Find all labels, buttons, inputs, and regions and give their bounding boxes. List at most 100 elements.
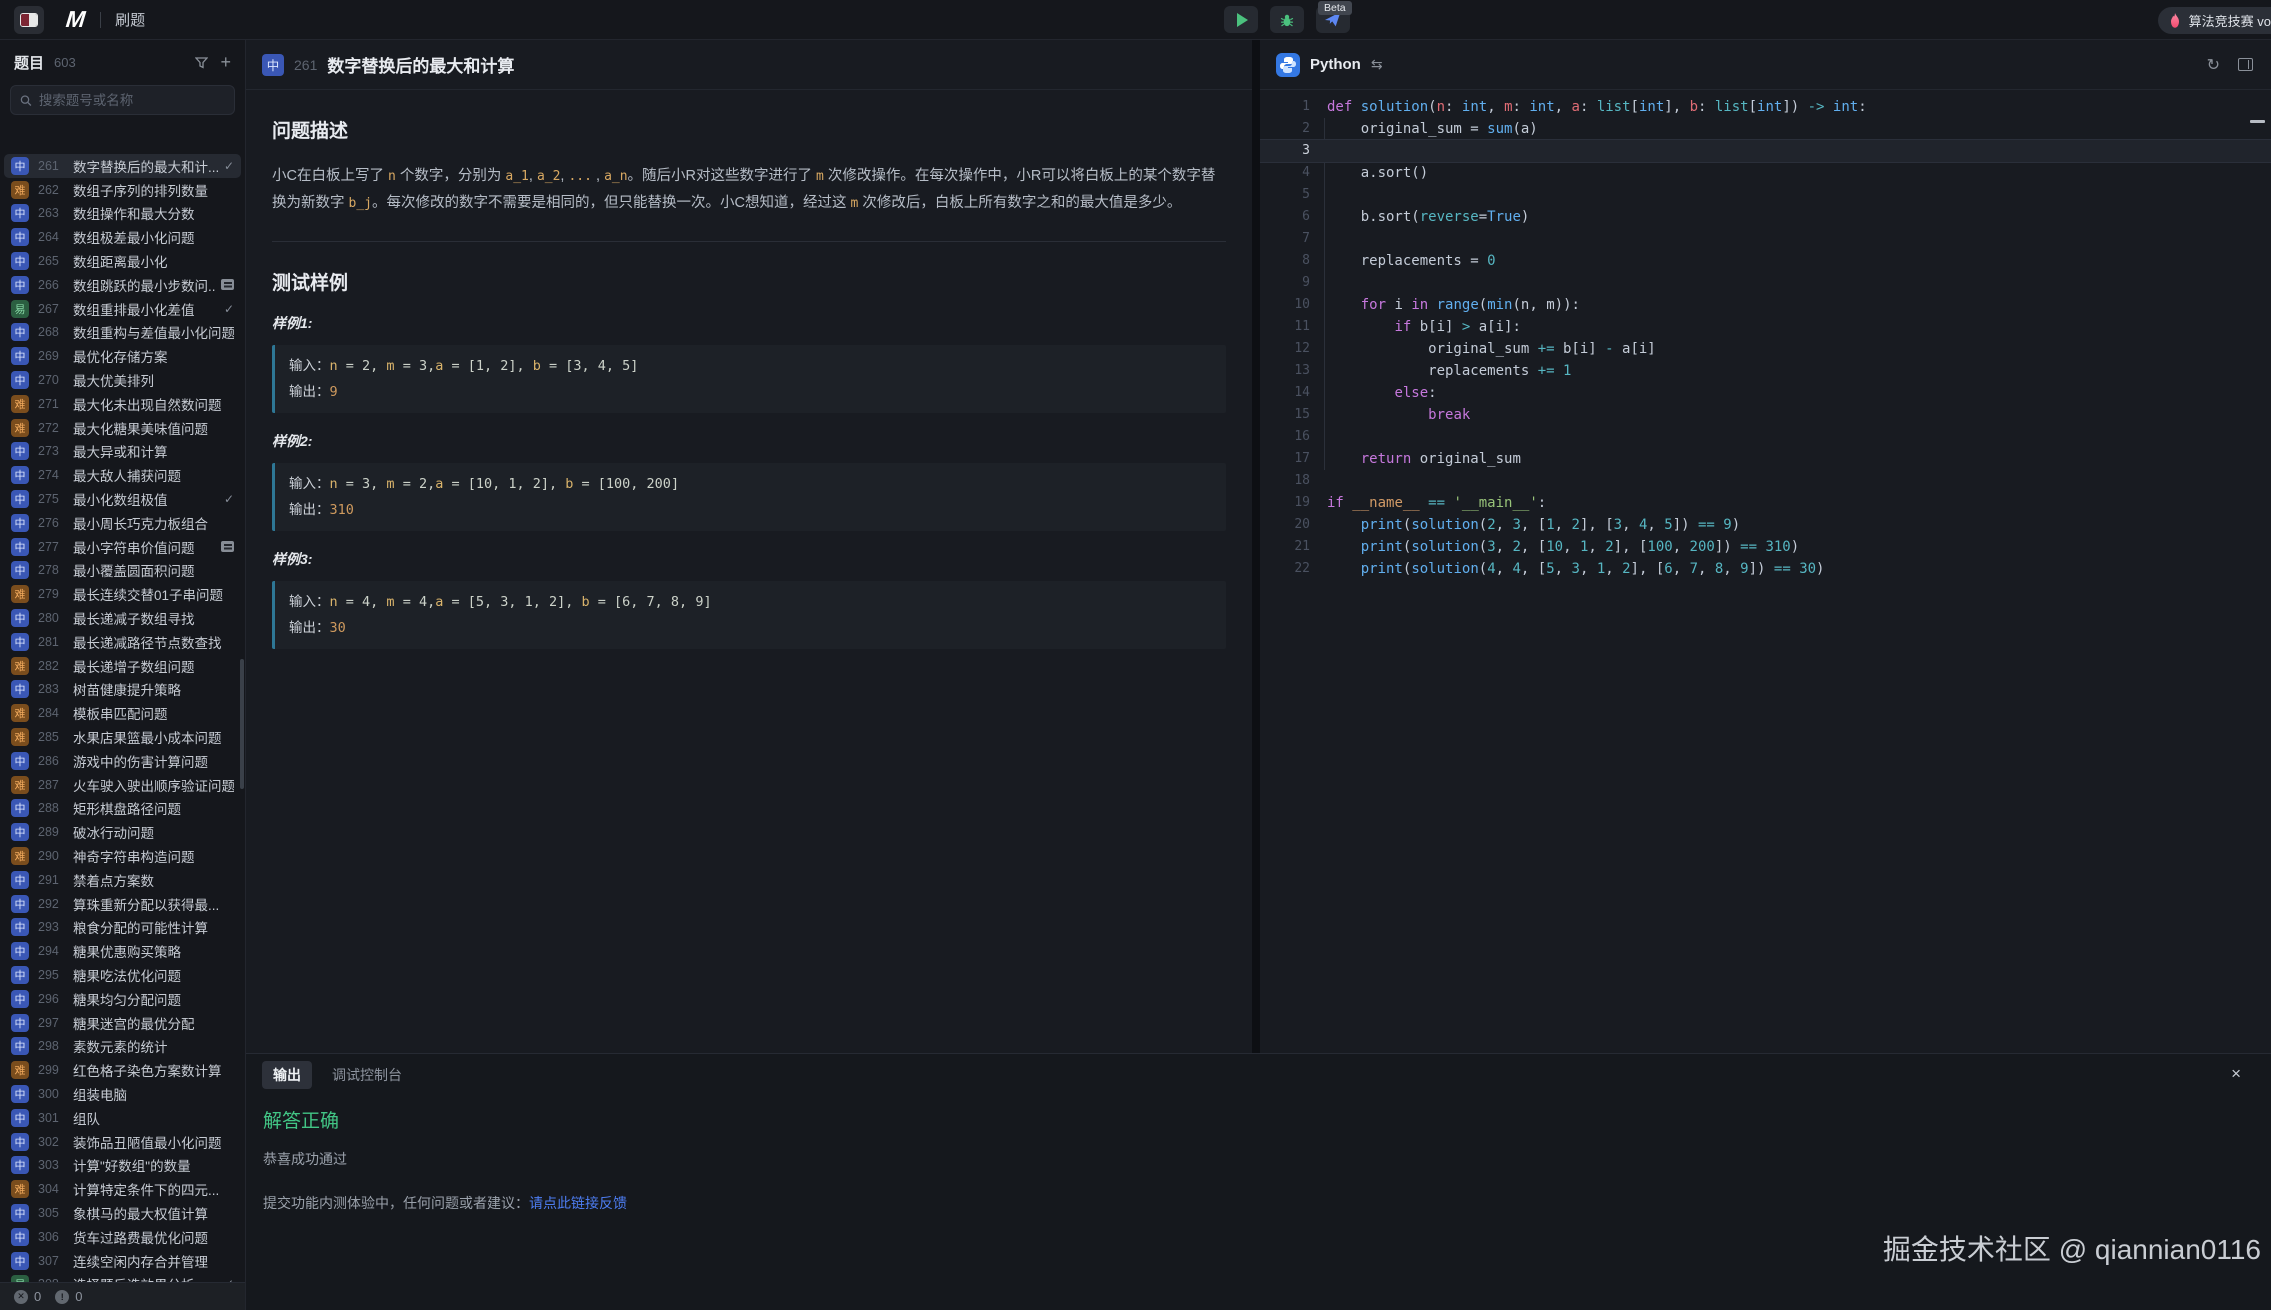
problem-list-item[interactable]: 中269最优化存储方案 xyxy=(4,344,241,368)
problem-list-item[interactable]: 中301组队 xyxy=(4,1106,241,1130)
code-line[interactable]: 9 xyxy=(1260,272,2271,294)
code-editor[interactable]: 1def solution(n: int, m: int, a: list[in… xyxy=(1260,90,2271,1053)
problem-list-item[interactable]: 中275最小化数组极值✓ xyxy=(4,487,241,511)
sidebar-title: 题目 xyxy=(14,52,44,73)
problem-list-item[interactable]: 难285水果店果篮最小成本问题 xyxy=(4,725,241,749)
problem-list-item[interactable]: 难271最大化未出现自然数问题 xyxy=(4,392,241,416)
problem-list-item[interactable]: 中283树苗健康提升策略 xyxy=(4,678,241,702)
problem-list-item[interactable]: 难282最长递增子数组问题 xyxy=(4,654,241,678)
problem-list-item[interactable]: 难299红色格子染色方案数计算 xyxy=(4,1058,241,1082)
code-line[interactable]: 12 original_sum += b[i] - a[i] xyxy=(1260,338,2271,360)
problem-description-area[interactable]: 问题描述 小C在白板上写了 n 个数字，分别为 a_1, a_2, ... , … xyxy=(246,90,1252,1053)
problem-list-item[interactable]: 中288矩形棋盘路径问题 xyxy=(4,797,241,821)
problem-list-item[interactable]: 中264数组极差最小化问题 xyxy=(4,225,241,249)
problem-list-item[interactable]: 难290神奇字符串构造问题 xyxy=(4,844,241,868)
search-box[interactable] xyxy=(10,85,235,115)
difficulty-badge: 中 xyxy=(262,54,284,76)
code-line[interactable]: 14 else: xyxy=(1260,382,2271,404)
problem-list-item[interactable]: 中295糖果吃法优化问题 xyxy=(4,963,241,987)
marscode-logo[interactable]: M xyxy=(65,6,86,33)
debug-button[interactable] xyxy=(1270,6,1304,33)
code-line[interactable]: 3 xyxy=(1260,140,2271,162)
code-line[interactable]: 21 print(solution(3, 2, [10, 1, 2], [100… xyxy=(1260,536,2271,558)
layout-split-button[interactable] xyxy=(2238,58,2253,71)
problem-list-item[interactable]: 中305象棋马的最大权值计算 xyxy=(4,1201,241,1225)
line-number: 16 xyxy=(1260,426,1310,448)
tab-debug-console[interactable]: 调试控制台 xyxy=(332,1065,402,1085)
problem-number: 280 xyxy=(38,611,65,625)
switch-language-icon[interactable]: ⇆ xyxy=(1371,56,1383,73)
difficulty-badge: 中 xyxy=(11,966,29,984)
problem-list-item[interactable]: 中289破冰行动问题 xyxy=(4,820,241,844)
search-input[interactable] xyxy=(39,93,225,108)
problem-list-item[interactable]: 中302装饰品丑陋值最小化问题 xyxy=(4,1130,241,1154)
add-problem-button[interactable]: + xyxy=(220,52,231,73)
code-line[interactable]: 1def solution(n: int, m: int, a: list[in… xyxy=(1260,96,2271,118)
filter-button[interactable] xyxy=(195,57,208,69)
problem-list-item[interactable]: 中274最大敌人捕获问题 xyxy=(4,463,241,487)
code-line[interactable]: 17 return original_sum xyxy=(1260,448,2271,470)
problem-list-item[interactable]: 中296糖果均匀分配问题 xyxy=(4,987,241,1011)
feedback-link[interactable]: 请点此链接反馈 xyxy=(529,1195,627,1211)
problem-list-item[interactable]: 中277最小字符串价值问题 xyxy=(4,535,241,559)
code-line[interactable]: 20 print(solution(2, 3, [1, 2], [3, 4, 5… xyxy=(1260,514,2271,536)
code-line[interactable]: 22 print(solution(4, 4, [5, 3, 1, 2], [6… xyxy=(1260,558,2271,580)
problem-list-item[interactable]: 难287火车驶入驶出顺序验证问题 xyxy=(4,773,241,797)
problem-list-item[interactable]: 中286游戏中的伤害计算问题 xyxy=(4,749,241,773)
code-line[interactable]: 4 a.sort() xyxy=(1260,162,2271,184)
problem-number: 272 xyxy=(38,421,65,435)
problem-list-item[interactable]: 易308选择题反选效果分析✓ xyxy=(4,1272,241,1282)
code-line[interactable]: 7 xyxy=(1260,228,2271,250)
run-button[interactable] xyxy=(1224,6,1258,33)
problem-title: 游戏中的伤害计算问题 xyxy=(73,751,234,771)
code-line[interactable]: 5 xyxy=(1260,184,2271,206)
problem-list-item[interactable]: 中270最大优美排列 xyxy=(4,368,241,392)
problem-list-item[interactable]: 中268数组重构与差值最小化问题 xyxy=(4,321,241,345)
code-line[interactable]: 8 replacements = 0 xyxy=(1260,250,2271,272)
problem-list-item[interactable]: 中278最小覆盖圆面积问题 xyxy=(4,559,241,583)
problem-list-item[interactable]: 中303计算"好数组"的数量 xyxy=(4,1153,241,1177)
problem-list-item[interactable]: 中266数组跳跃的最小步数问... xyxy=(4,273,241,297)
problem-list-item[interactable]: 中292算珠重新分配以获得最... xyxy=(4,892,241,916)
problem-list-item[interactable]: 中261数字替换后的最大和计...✓ xyxy=(4,154,241,178)
sidebar-scrollbar[interactable] xyxy=(240,659,244,789)
code-line[interactable]: 13 replacements += 1 xyxy=(1260,360,2271,382)
problem-list-item[interactable]: 难279最长连续交替01子串问题 xyxy=(4,582,241,606)
code-line[interactable]: 2 original_sum = sum(a) xyxy=(1260,118,2271,140)
problem-list-item[interactable]: 难262数组子序列的排列数量 xyxy=(4,178,241,202)
difficulty-badge: 中 xyxy=(11,276,29,294)
problem-list-item[interactable]: 中293粮食分配的可能性计算 xyxy=(4,916,241,940)
tab-output[interactable]: 输出 xyxy=(262,1061,312,1089)
problem-list-item[interactable]: 中276最小周长巧克力板组合 xyxy=(4,511,241,535)
code-line[interactable]: 15 break xyxy=(1260,404,2271,426)
code-line[interactable]: 19if __name__ == '__main__': xyxy=(1260,492,2271,514)
problem-list-item[interactable]: 难284模板串匹配问题 xyxy=(4,701,241,725)
problem-number: 285 xyxy=(38,730,65,744)
code-line[interactable]: 11 if b[i] > a[i]: xyxy=(1260,316,2271,338)
problem-list-item[interactable]: 中307连续空闲内存合并管理 xyxy=(4,1249,241,1273)
close-console-icon[interactable]: × xyxy=(2231,1064,2241,1084)
code-line[interactable]: 18 xyxy=(1260,470,2271,492)
problem-number: 288 xyxy=(38,801,65,815)
problem-list-item[interactable]: 中297糖果迷宫的最优分配 xyxy=(4,1011,241,1035)
problem-list-item[interactable]: 中300组装电脑 xyxy=(4,1082,241,1106)
problem-list-item[interactable]: 难304计算特定条件下的四元... xyxy=(4,1177,241,1201)
code-line[interactable]: 10 for i in range(min(n, m)): xyxy=(1260,294,2271,316)
problem-list-item[interactable]: 中306货车过路费最优化问题 xyxy=(4,1225,241,1249)
problem-list-item[interactable]: 中273最大异或和计算 xyxy=(4,440,241,464)
contest-entry-button[interactable]: 算法竞技赛 vo xyxy=(2158,7,2271,34)
problem-list-item[interactable]: 难272最大化糖果美味值问题 xyxy=(4,416,241,440)
code-line[interactable]: 6 b.sort(reverse=True) xyxy=(1260,206,2271,228)
problem-list-item[interactable]: 中298素数元素的统计 xyxy=(4,1034,241,1058)
problem-list-item[interactable]: 中291禁着点方案数 xyxy=(4,868,241,892)
reset-code-button[interactable]: ↻ xyxy=(2207,55,2220,75)
code-line[interactable]: 16 xyxy=(1260,426,2271,448)
problem-list-item[interactable]: 中281最长递减路径节点数查找 xyxy=(4,630,241,654)
problem-list-item[interactable]: 中280最长递减子数组寻找 xyxy=(4,606,241,630)
problem-list-item[interactable]: 易267数组重排最小化差值✓ xyxy=(4,297,241,321)
sample-code-block: 输入：n = 3, m = 2,a = [10, 1, 2], b = [100… xyxy=(272,463,1226,531)
problem-list-item[interactable]: 中265数组距离最小化 xyxy=(4,249,241,273)
problem-list-item[interactable]: 中294糖果优惠购买策略 xyxy=(4,939,241,963)
problem-list-item[interactable]: 中263数组操作和最大分数 xyxy=(4,202,241,226)
sidebar-toggle-button[interactable] xyxy=(14,6,44,34)
